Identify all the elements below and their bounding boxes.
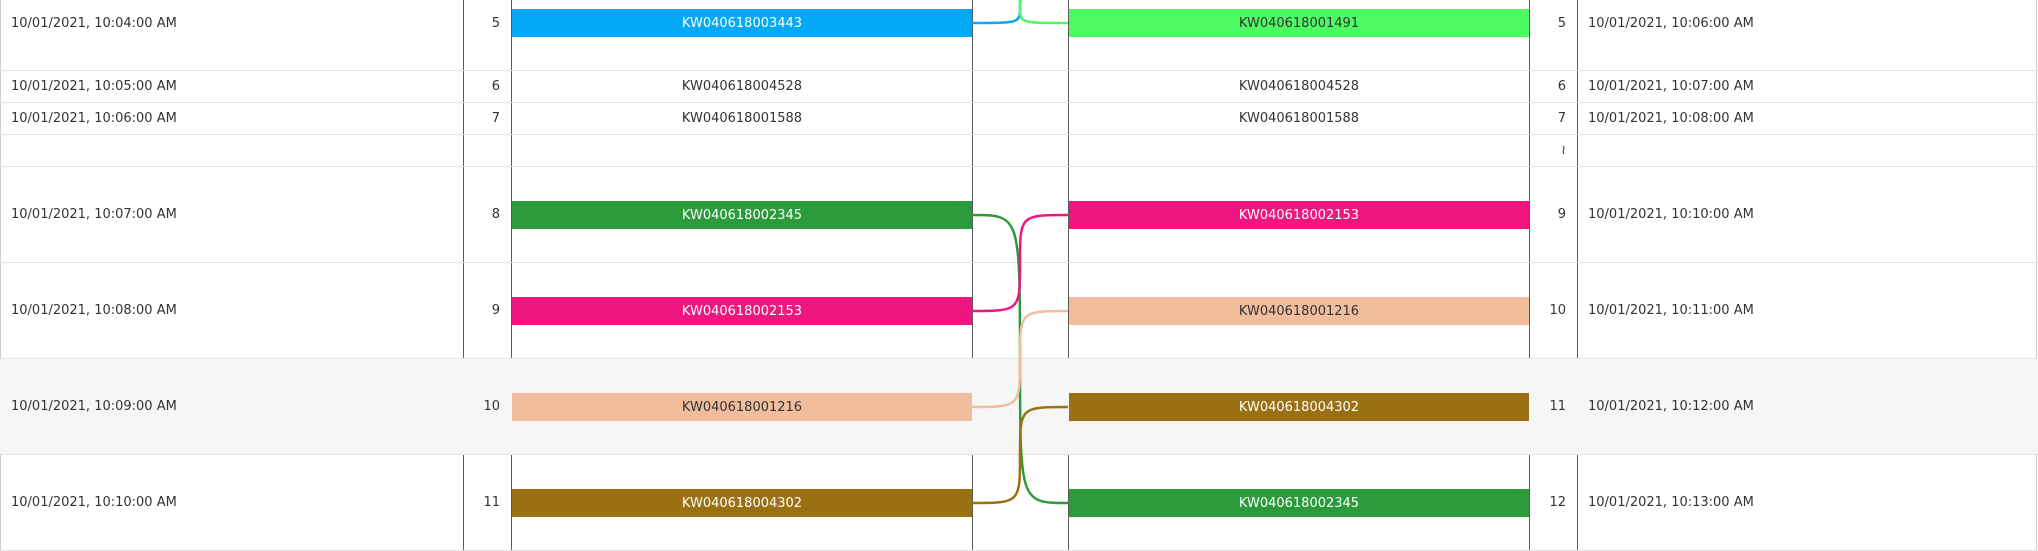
diff-grid: 10/01/2021, 10:04:00 AM 5 KW040618003443…	[0, 0, 2038, 551]
connector-line	[1018, 0, 1069, 25]
change-connectors	[971, 0, 1069, 505]
